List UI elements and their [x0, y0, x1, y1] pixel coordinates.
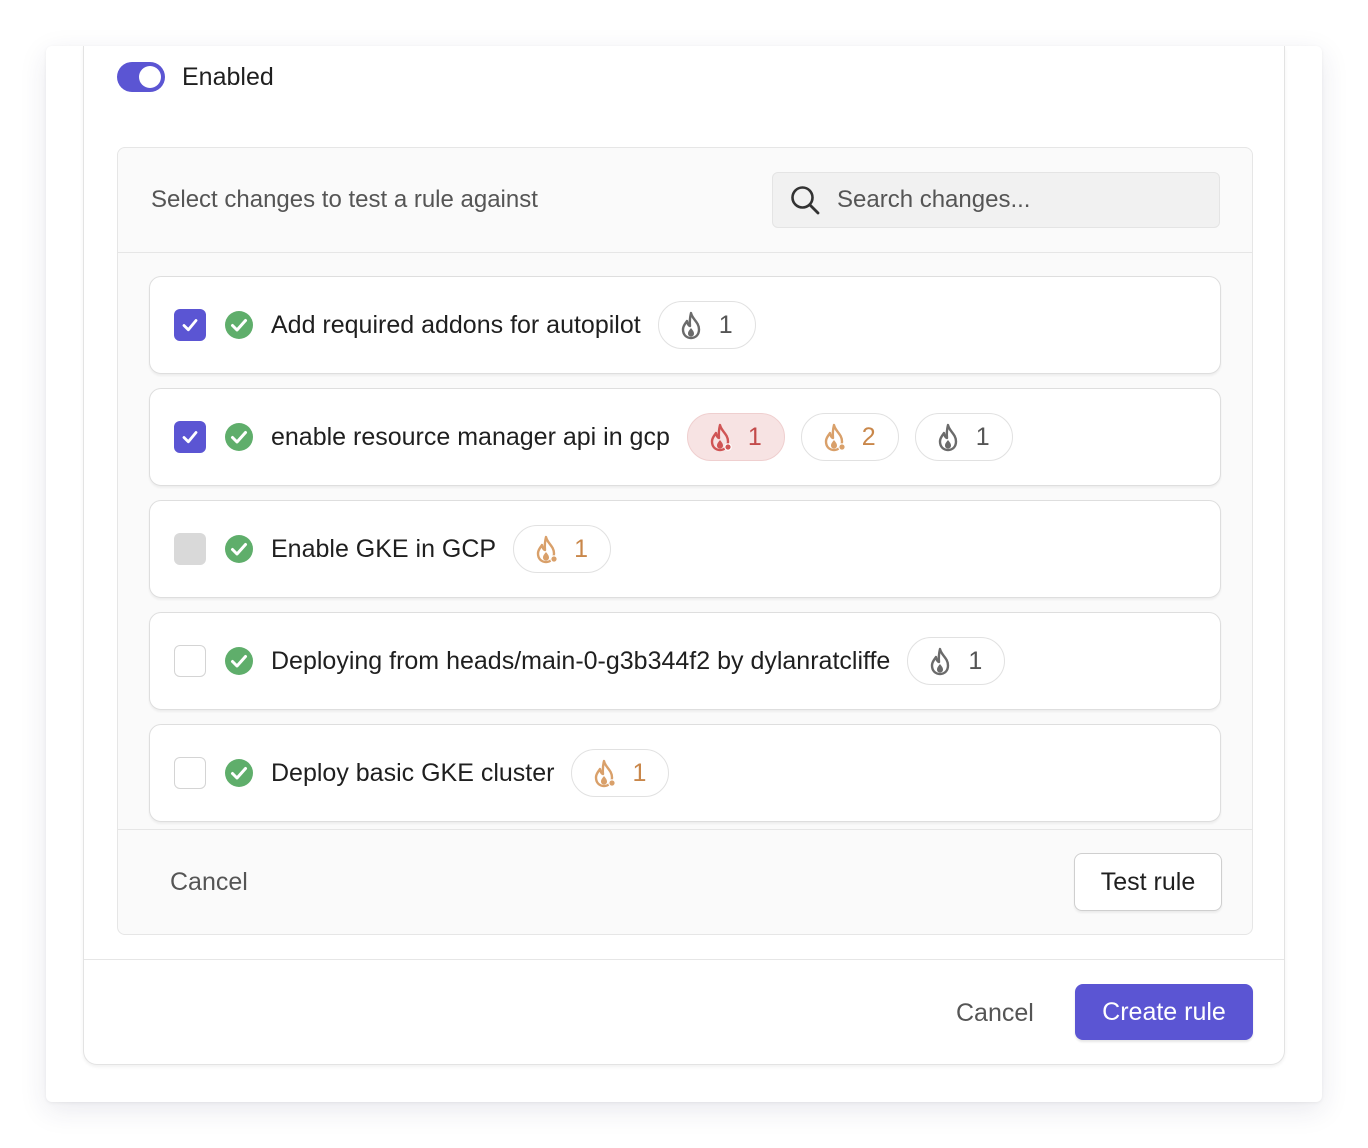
- risk-count: 1: [718, 310, 733, 339]
- change-label: enable resource manager api in gcp: [271, 422, 670, 451]
- create-rule-button[interactable]: Create rule: [1075, 984, 1253, 1040]
- success-check-icon: [225, 647, 253, 675]
- change-list: Add required addons for autopilot 1 enable…: [149, 276, 1221, 836]
- footer-divider: [84, 959, 1284, 960]
- risk-count: 2: [861, 422, 876, 451]
- test-rule-panel: Select changes to test a rule against Ad…: [117, 147, 1253, 935]
- change-label: Deploy basic GKE cluster: [271, 758, 555, 787]
- change-label: Add required addons for autopilot: [271, 310, 641, 339]
- change-checkbox[interactable]: [174, 757, 206, 789]
- flame-icon: [931, 647, 950, 676]
- success-check-icon: [225, 759, 253, 787]
- risk-badge-gray[interactable]: 1: [907, 637, 1006, 685]
- risk-badge-gray[interactable]: 1: [657, 301, 756, 349]
- change-row[interactable]: Deploying from heads/main-0-g3b344f2 by …: [149, 612, 1221, 710]
- risk-count: 1: [975, 422, 990, 451]
- change-row[interactable]: Add required addons for autopilot 1: [149, 276, 1221, 374]
- success-check-icon: [225, 423, 253, 451]
- flame-icon: [710, 423, 732, 452]
- risk-count: 1: [632, 758, 647, 787]
- success-check-icon: [225, 535, 253, 563]
- change-row[interactable]: Deploy basic GKE cluster 1: [149, 724, 1221, 822]
- search-box[interactable]: [772, 172, 1220, 228]
- search-icon: [791, 186, 820, 215]
- panel-header: Select changes to test a rule against: [118, 148, 1252, 253]
- change-checkbox[interactable]: [174, 645, 206, 677]
- risk-count: 1: [574, 534, 589, 563]
- risk-badges: 1: [657, 301, 756, 349]
- change-row[interactable]: Enable GKE in GCP 1: [149, 500, 1221, 598]
- risk-badges: 1: [571, 749, 670, 797]
- risk-badge-red[interactable]: 1: [686, 413, 785, 461]
- change-checkbox[interactable]: [174, 421, 206, 453]
- change-label: Enable GKE in GCP: [271, 534, 497, 563]
- test-rule-button[interactable]: Test rule: [1074, 853, 1222, 911]
- risk-badge-orange[interactable]: 2: [800, 413, 899, 461]
- create-rule-modal: Enabled Select changes to test a rule ag…: [83, 46, 1285, 1065]
- search-input[interactable]: [837, 186, 1197, 214]
- risk-badges: 1: [513, 525, 612, 573]
- enabled-label: Enabled: [182, 62, 274, 91]
- checkmark-icon: [182, 431, 198, 444]
- risk-badge-orange[interactable]: 1: [571, 749, 670, 797]
- risk-badges: 1: [907, 637, 1006, 685]
- flame-icon: [681, 311, 700, 340]
- change-checkbox[interactable]: [174, 533, 206, 565]
- risk-count: 1: [968, 646, 983, 675]
- flame-icon: [938, 423, 957, 452]
- success-check-icon: [225, 311, 253, 339]
- risk-badges: 1 2 1: [686, 413, 1013, 461]
- change-label: Deploying from heads/main-0-g3b344f2 by …: [271, 646, 891, 675]
- panel-title: Select changes to test a rule against: [151, 186, 538, 213]
- change-checkbox[interactable]: [174, 309, 206, 341]
- change-row[interactable]: enable resource manager api in gcp 1 2 1: [149, 388, 1221, 486]
- panel-cancel-button[interactable]: Cancel: [170, 868, 248, 897]
- cancel-button[interactable]: Cancel: [956, 999, 1034, 1028]
- risk-badge-gray[interactable]: 1: [914, 413, 1013, 461]
- enabled-toggle-row: Enabled: [117, 62, 274, 92]
- flame-icon: [595, 759, 617, 788]
- flame-icon: [536, 535, 558, 564]
- panel-footer: Cancel Test rule: [118, 829, 1252, 934]
- flame-icon: [824, 423, 846, 452]
- risk-badge-orange[interactable]: 1: [513, 525, 612, 573]
- checkmark-icon: [182, 319, 198, 332]
- toggle-knob: [139, 66, 161, 88]
- enabled-toggle[interactable]: [117, 62, 165, 92]
- risk-count: 1: [747, 422, 762, 451]
